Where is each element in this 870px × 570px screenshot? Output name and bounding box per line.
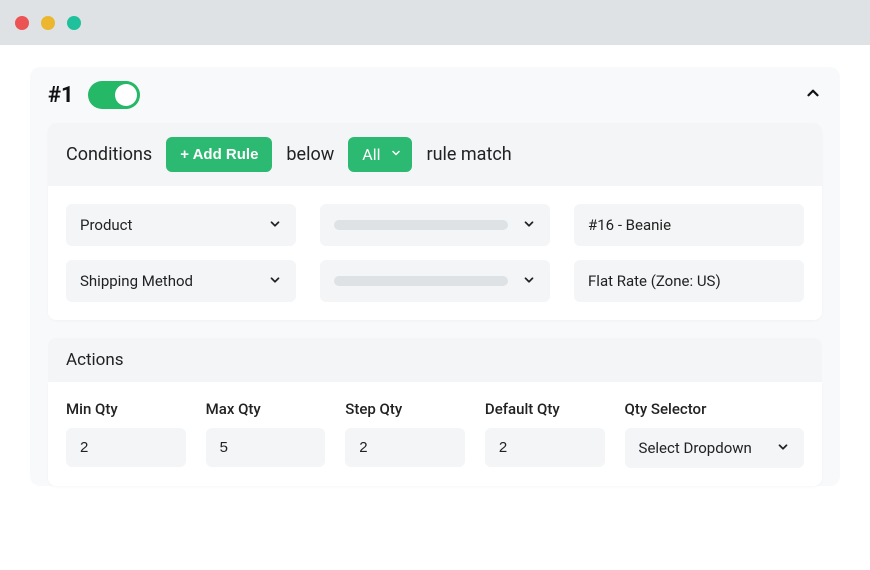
conditions-text-below: below [286, 144, 334, 165]
chevron-down-icon [522, 217, 536, 234]
default-qty-col: Default Qty [485, 400, 605, 468]
match-mode-select[interactable]: All [348, 137, 412, 172]
minimize-window-dot[interactable] [41, 16, 55, 30]
min-qty-col: Min Qty [66, 400, 186, 468]
rule-card-header: #1 [30, 67, 840, 123]
condition-row: Shipping Method Flat Rate (Zone: US) [66, 260, 804, 302]
chevron-down-icon [522, 273, 536, 290]
placeholder-bar [334, 276, 508, 286]
step-qty-label: Step Qty [345, 400, 465, 418]
toggle-knob [115, 84, 137, 106]
rule-enabled-toggle[interactable] [88, 81, 140, 109]
condition-row: Product #16 - Beanie [66, 204, 804, 246]
condition-value-field[interactable]: #16 - Beanie [574, 204, 804, 246]
add-rule-button[interactable]: + Add Rule [166, 137, 272, 172]
qty-selector-select[interactable]: Select Dropdown [625, 428, 804, 468]
maximize-window-dot[interactable] [67, 16, 81, 30]
min-qty-label: Min Qty [66, 400, 186, 418]
condition-type-select[interactable]: Product [66, 204, 296, 246]
condition-type-value: Product [80, 216, 132, 234]
max-qty-col: Max Qty [206, 400, 326, 468]
default-qty-label: Default Qty [485, 400, 605, 418]
chevron-down-icon [268, 217, 282, 234]
match-mode-value: All [362, 145, 380, 164]
min-qty-input[interactable] [66, 428, 186, 467]
window-titlebar [0, 0, 870, 45]
condition-value: #16 - Beanie [588, 216, 671, 234]
max-qty-input[interactable] [206, 428, 326, 467]
step-qty-col: Step Qty [345, 400, 465, 468]
condition-operator-select[interactable] [320, 260, 550, 302]
rule-card-body: Conditions + Add Rule below All rule mat… [48, 123, 822, 320]
condition-value-field[interactable]: Flat Rate (Zone: US) [574, 260, 804, 302]
conditions-text-rule-match: rule match [426, 144, 511, 165]
chevron-down-icon [390, 147, 402, 162]
qty-selector-col: Qty Selector Select Dropdown [625, 400, 804, 468]
condition-type-value: Shipping Method [80, 272, 193, 290]
rule-card: #1 Conditions + Add Rule below All [30, 67, 840, 486]
rule-number: #1 [48, 83, 74, 108]
step-qty-input[interactable] [345, 428, 465, 467]
condition-value: Flat Rate (Zone: US) [588, 272, 721, 290]
actions-grid: Min Qty Max Qty Step Qty Default Qty Qty [48, 382, 822, 486]
chevron-down-icon [776, 440, 790, 457]
qty-selector-label: Qty Selector [625, 400, 804, 418]
collapse-icon[interactable] [804, 84, 822, 106]
qty-selector-value: Select Dropdown [639, 439, 752, 457]
max-qty-label: Max Qty [206, 400, 326, 418]
actions-heading: Actions [48, 338, 822, 382]
condition-type-select[interactable]: Shipping Method [66, 260, 296, 302]
conditions-header: Conditions + Add Rule below All rule mat… [48, 123, 822, 186]
conditions-rows: Product #16 - Beanie [48, 186, 822, 320]
conditions-heading: Conditions [66, 144, 152, 165]
close-window-dot[interactable] [15, 16, 29, 30]
placeholder-bar [334, 220, 508, 230]
condition-operator-select[interactable] [320, 204, 550, 246]
page-content: #1 Conditions + Add Rule below All [0, 45, 870, 526]
chevron-down-icon [268, 273, 282, 290]
default-qty-input[interactable] [485, 428, 605, 467]
actions-section: Actions Min Qty Max Qty Step Qty Default… [48, 338, 822, 486]
